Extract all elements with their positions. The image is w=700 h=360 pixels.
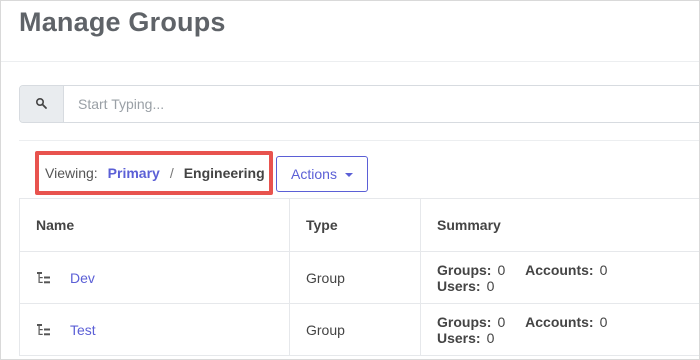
groups-table: Name Type Summary Dev Group Groups: 0 Ac… [19,198,699,356]
search-input[interactable] [64,86,699,122]
name-cell: Dev [19,251,290,304]
summary-groups-label: Groups: [437,261,492,278]
search-button[interactable] [20,86,64,122]
breadcrumb-link-primary[interactable]: Primary [108,165,160,181]
summary-accounts-label: Accounts: [525,261,594,278]
type-cell: Group [289,251,421,304]
column-header-type[interactable]: Type [289,198,421,252]
group-link[interactable]: Test [70,322,96,338]
search-icon [35,97,47,109]
summary-groups-count: 0 [497,261,506,278]
summary-cell: Groups: 0 Accounts: 0 Users: 0 [420,251,699,304]
page-title: Manage Groups [19,7,226,37]
divider [1,61,699,62]
type-cell: Group [289,303,421,356]
search-bar [19,85,699,123]
table-row: Test Group Groups: 0 Accounts: 0 Users: 0 [19,303,699,356]
table-row: Dev Group Groups: 0 Accounts: 0 Users: 0 [19,251,699,304]
chevron-down-icon [344,172,353,177]
summary-cell: Groups: 0 Accounts: 0 Users: 0 [420,303,699,356]
summary-accounts-count: 0 [599,261,608,278]
actions-dropdown-button[interactable]: Actions [276,156,368,192]
summary-users-count: 0 [486,277,495,294]
breadcrumb-current: Engineering [183,165,265,181]
table-header-row: Name Type Summary [19,198,699,252]
summary-users-label: Users: [437,329,481,346]
breadcrumb-label: Viewing: [45,165,98,181]
breadcrumb-separator: / [169,165,174,181]
app-frame: Manage Groups Viewing: Primary / Enginee… [0,0,700,360]
divider [19,140,699,141]
summary-users-count: 0 [486,329,495,346]
hierarchy-icon [37,271,50,283]
group-link[interactable]: Dev [70,270,95,286]
column-header-name[interactable]: Name [19,198,290,252]
hierarchy-icon [37,323,50,335]
name-cell: Test [19,303,290,356]
summary-groups-label: Groups: [437,313,492,330]
summary-users-label: Users: [437,277,481,294]
column-header-summary[interactable]: Summary [420,198,699,252]
breadcrumb: Viewing: Primary / Engineering [35,151,273,195]
summary-accounts-label: Accounts: [525,313,594,330]
summary-groups-count: 0 [497,313,506,330]
summary-accounts-count: 0 [599,313,608,330]
actions-label: Actions [291,166,337,182]
